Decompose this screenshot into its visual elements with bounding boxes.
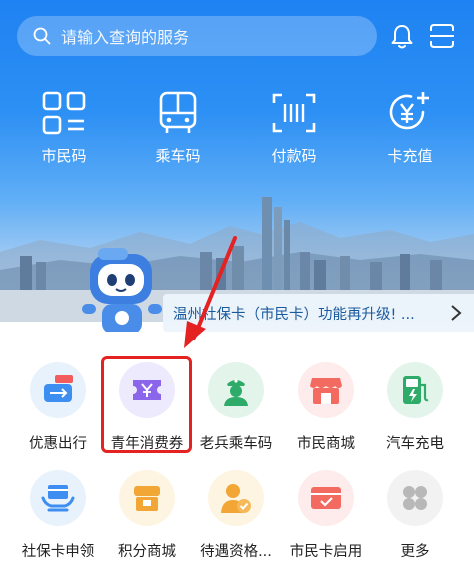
- service-label: 社保卡申领: [21, 544, 95, 560]
- quick-action-citizen-code[interactable]: 市民码: [18, 90, 110, 176]
- service-label: 市民卡启用: [289, 544, 363, 560]
- quick-action-bus-code[interactable]: 乘车码: [132, 90, 224, 176]
- highlight-box: [101, 356, 192, 453]
- search-bar[interactable]: 请输入查询的服务: [17, 16, 377, 56]
- quick-action-label: 市民码: [41, 147, 87, 165]
- service-label: 市民商城: [297, 436, 355, 452]
- quick-action-label: 卡充值: [387, 147, 433, 165]
- discount-travel-icon: [44, 375, 73, 402]
- service-card-activate[interactable]: 市民卡启用: [281, 470, 371, 578]
- veteran-icon: [224, 379, 248, 406]
- quick-action-recharge[interactable]: 卡充值: [364, 90, 456, 176]
- card-activate-icon: [311, 487, 341, 509]
- mascot-illustration: [82, 248, 162, 342]
- points-mall-icon: [134, 486, 160, 511]
- chevron-right-icon: [451, 305, 462, 321]
- service-ev-charging[interactable]: 汽车充电: [370, 362, 460, 472]
- yuan-recharge-icon: [389, 92, 429, 130]
- service-discount-travel[interactable]: 优惠出行: [13, 362, 103, 472]
- shop-icon: [310, 378, 342, 404]
- service-label: 老兵乘车码: [199, 436, 273, 452]
- more-icon: [403, 486, 427, 510]
- ev-charging-icon: [403, 376, 429, 404]
- service-citizen-mall[interactable]: 市民商城: [281, 362, 371, 472]
- barcode-icon: [272, 93, 316, 133]
- service-label: 积分商城: [118, 544, 176, 560]
- banner-text: 温州社保卡（市民卡）功能再升级! ...: [173, 306, 415, 323]
- card-apply-icon: [41, 485, 75, 512]
- service-label: 待遇资格...: [200, 544, 272, 560]
- quick-action-label: 付款码: [271, 147, 317, 165]
- service-more[interactable]: 更多: [370, 470, 460, 578]
- service-points-mall[interactable]: 积分商城: [102, 470, 192, 578]
- search-placeholder: 请输入查询的服务: [61, 28, 190, 47]
- scan-icon[interactable]: [428, 22, 456, 50]
- service-qualification[interactable]: 待遇资格...: [191, 470, 281, 578]
- qr-code-icon: [42, 91, 86, 135]
- quick-action-payment-code[interactable]: 付款码: [248, 90, 340, 176]
- service-label: 汽车充电: [386, 436, 444, 452]
- bell-icon[interactable]: [388, 22, 416, 50]
- hero-section: 请输入查询的服务 市民码 乘车码 付款码 卡充值: [0, 0, 474, 322]
- bus-icon: [159, 91, 197, 133]
- announcement-banner[interactable]: 温州社保卡（市民卡）功能再升级! ...: [163, 294, 474, 332]
- qualification-icon: [221, 484, 251, 513]
- search-icon: [33, 27, 51, 45]
- service-label: 更多: [400, 544, 430, 560]
- service-label: 优惠出行: [29, 436, 87, 452]
- quick-action-label: 乘车码: [155, 147, 201, 165]
- home-screen: 请输入查询的服务 市民码 乘车码 付款码 卡充值 温州社保卡（市民卡）功能再升级…: [0, 0, 474, 578]
- service-card-apply[interactable]: 社保卡申领: [13, 470, 103, 578]
- service-veteran-bus-code[interactable]: 老兵乘车码: [191, 362, 281, 472]
